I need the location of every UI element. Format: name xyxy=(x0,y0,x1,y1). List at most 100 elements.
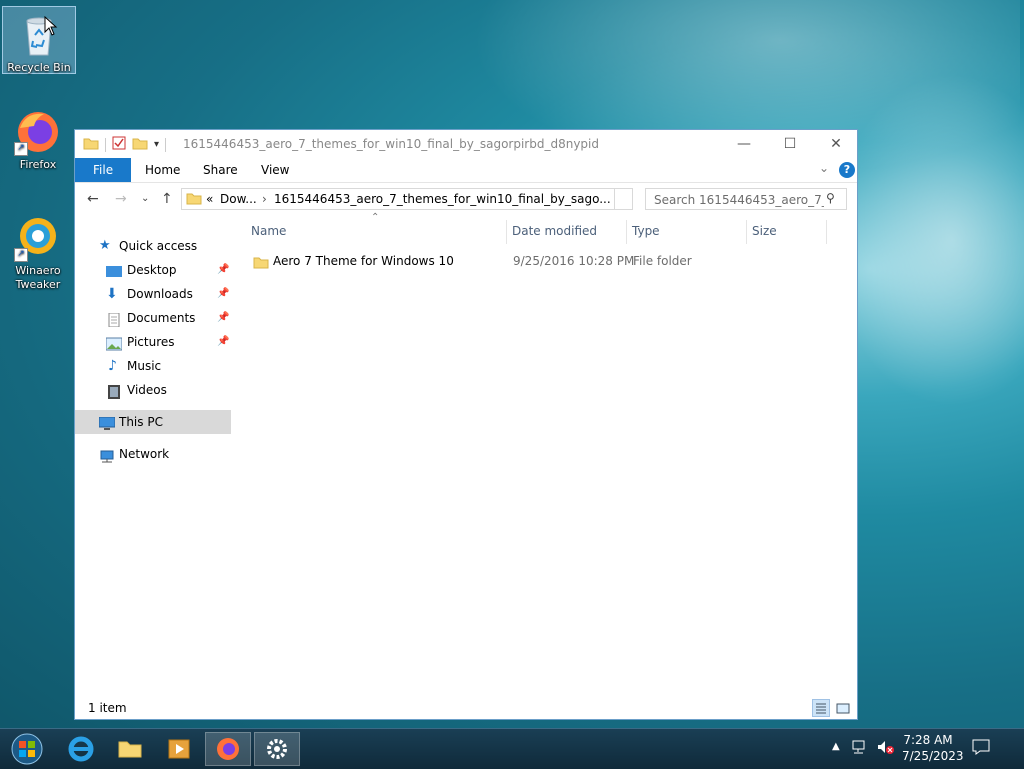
properties-icon[interactable] xyxy=(112,136,126,153)
column-divider[interactable] xyxy=(506,220,507,244)
nav-label: This PC xyxy=(119,415,163,429)
separator xyxy=(614,189,615,209)
firefox-taskbar-icon[interactable] xyxy=(205,732,251,766)
star-icon: ★ xyxy=(99,238,111,253)
internet-explorer-icon[interactable] xyxy=(58,732,104,766)
computer-icon xyxy=(98,415,116,430)
table-row[interactable]: Aero 7 Theme for Windows 10 9/25/2016 10… xyxy=(245,250,845,272)
address-bar[interactable]: « Dow... › 1615446453_aero_7_themes_for_… xyxy=(181,188,633,210)
start-button[interactable] xyxy=(4,732,50,766)
nav-label: Quick access xyxy=(119,239,198,253)
minimize-button[interactable]: — xyxy=(721,130,767,158)
pin-icon[interactable]: 📌 xyxy=(217,330,229,354)
desktop-icon-label: Firefox xyxy=(19,158,57,171)
show-hidden-icons-icon[interactable]: ▲ xyxy=(832,741,840,752)
nav-label: Network xyxy=(119,447,170,461)
notifications-icon[interactable] xyxy=(972,739,990,758)
desktop-icon-label: Recycle Bin xyxy=(7,61,71,74)
details-view-button[interactable] xyxy=(812,699,830,717)
file-explorer-taskbar-icon[interactable] xyxy=(107,732,153,766)
nav-desktop[interactable]: Desktop 📌 xyxy=(75,258,231,282)
maximize-button[interactable]: ☐ xyxy=(767,130,813,158)
clock[interactable]: 7:28 AM 7/25/2023 xyxy=(902,732,964,764)
nav-documents[interactable]: Documents 📌 xyxy=(75,306,231,330)
nav-this-pc[interactable]: This PC xyxy=(75,410,231,434)
settings-gear-icon[interactable] xyxy=(254,732,300,766)
nav-label: Documents xyxy=(127,311,196,325)
nav-label: Videos xyxy=(127,383,167,397)
volume-muted-icon[interactable] xyxy=(876,739,894,758)
music-icon: ♪ xyxy=(108,358,117,374)
desktop-icon-label: Winaero Tweaker xyxy=(15,264,61,291)
videos-icon xyxy=(107,383,123,399)
nav-downloads[interactable]: ⬇ Downloads 📌 xyxy=(75,282,231,306)
network-tray-icon[interactable] xyxy=(852,739,870,758)
desktop-icon-winaero-tweaker[interactable]: ↗ Winaero Tweaker xyxy=(2,210,74,291)
column-header-size[interactable]: Size xyxy=(752,224,777,238)
up-arrow-icon[interactable]: ↑ xyxy=(161,191,173,207)
nav-label: Desktop xyxy=(127,263,177,277)
folder-icon xyxy=(253,254,269,276)
file-explorer-window: ▾ 1615446453_aero_7_themes_for_win10_fin… xyxy=(74,129,858,720)
new-folder-icon[interactable] xyxy=(132,136,148,153)
column-header-type[interactable]: Type xyxy=(632,224,660,238)
forward-arrow-icon[interactable]: → xyxy=(115,191,127,207)
desktop-icon-recycle-bin[interactable]: Recycle Bin xyxy=(2,6,76,74)
documents-icon xyxy=(107,311,123,328)
shortcut-arrow-icon: ↗ xyxy=(14,248,28,262)
column-divider[interactable] xyxy=(826,220,827,244)
tab-file[interactable]: File xyxy=(75,158,132,182)
item-count: 1 item xyxy=(88,701,127,715)
recent-locations-icon[interactable]: ⌄ xyxy=(141,193,149,204)
close-button[interactable]: ✕ xyxy=(813,130,859,158)
expand-ribbon-icon[interactable]: ⌄ xyxy=(819,161,829,175)
breadcrumb-overflow[interactable]: « xyxy=(206,192,213,206)
column-header-name[interactable]: Name xyxy=(251,224,286,238)
nav-pictures[interactable]: Pictures 📌 xyxy=(75,330,231,354)
separator xyxy=(105,137,106,152)
pictures-icon xyxy=(105,335,123,351)
nav-network[interactable]: Network xyxy=(75,442,231,466)
breadcrumb-separator[interactable]: › xyxy=(262,192,267,206)
breadcrumb-current[interactable]: 1615446453_aero_7_themes_for_win10_final… xyxy=(274,192,611,206)
file-list: ⌃ Name Date modified Type Size Aero 7 Th… xyxy=(235,212,857,684)
nav-label: Downloads xyxy=(127,287,193,301)
tab-home[interactable]: Home xyxy=(131,158,194,182)
desktop-icon-firefox[interactable]: ↗ Firefox xyxy=(2,104,74,174)
quick-access-toolbar: ▾ xyxy=(83,136,167,153)
customize-toolbar-icon[interactable]: ▾ xyxy=(154,139,159,150)
title-bar[interactable]: ▾ 1615446453_aero_7_themes_for_win10_fin… xyxy=(75,130,857,158)
firefox-icon: ↗ xyxy=(14,108,62,156)
taskbar: ▲ 7:28 AM 7/25/2023 xyxy=(0,728,1024,769)
ribbon: File Home Share View ⌄ ? xyxy=(75,158,857,183)
help-icon[interactable]: ? xyxy=(839,162,855,178)
back-arrow-icon[interactable]: ← xyxy=(87,191,99,207)
mouse-cursor-icon xyxy=(44,15,58,39)
nav-music[interactable]: ♪ Music xyxy=(75,354,231,378)
media-player-icon[interactable] xyxy=(156,732,202,766)
network-icon xyxy=(99,447,115,463)
breadcrumb-downloads[interactable]: Dow... xyxy=(220,192,257,206)
address-row: ← → ⌄ ↑ « Dow... › 1615446453_aero_7_the… xyxy=(75,183,857,215)
large-icons-view-button[interactable] xyxy=(834,699,852,717)
nav-videos[interactable]: Videos xyxy=(75,378,231,402)
desktop-icon xyxy=(106,263,122,277)
column-header-date-modified[interactable]: Date modified xyxy=(512,224,597,238)
column-divider[interactable] xyxy=(626,220,627,244)
pin-icon[interactable]: 📌 xyxy=(217,282,229,306)
folder-icon xyxy=(83,136,99,153)
pin-icon[interactable]: 📌 xyxy=(217,258,229,282)
search-box[interactable]: ⚲ xyxy=(645,188,847,210)
column-divider[interactable] xyxy=(746,220,747,244)
status-bar: 1 item xyxy=(75,697,857,719)
pin-icon[interactable]: 📌 xyxy=(217,306,229,330)
search-icon[interactable]: ⚲ xyxy=(826,191,835,205)
winaero-tweaker-icon: ↗ xyxy=(14,214,62,262)
file-date-modified: 9/25/2016 10:28 PM xyxy=(513,254,635,268)
nav-label: Pictures xyxy=(127,335,175,349)
search-input[interactable] xyxy=(652,191,826,209)
tab-view[interactable]: View xyxy=(247,158,303,182)
tab-share[interactable]: Share xyxy=(189,158,252,182)
nav-quick-access[interactable]: ★ Quick access xyxy=(75,234,231,258)
file-name: Aero 7 Theme for Windows 10 xyxy=(273,254,454,268)
